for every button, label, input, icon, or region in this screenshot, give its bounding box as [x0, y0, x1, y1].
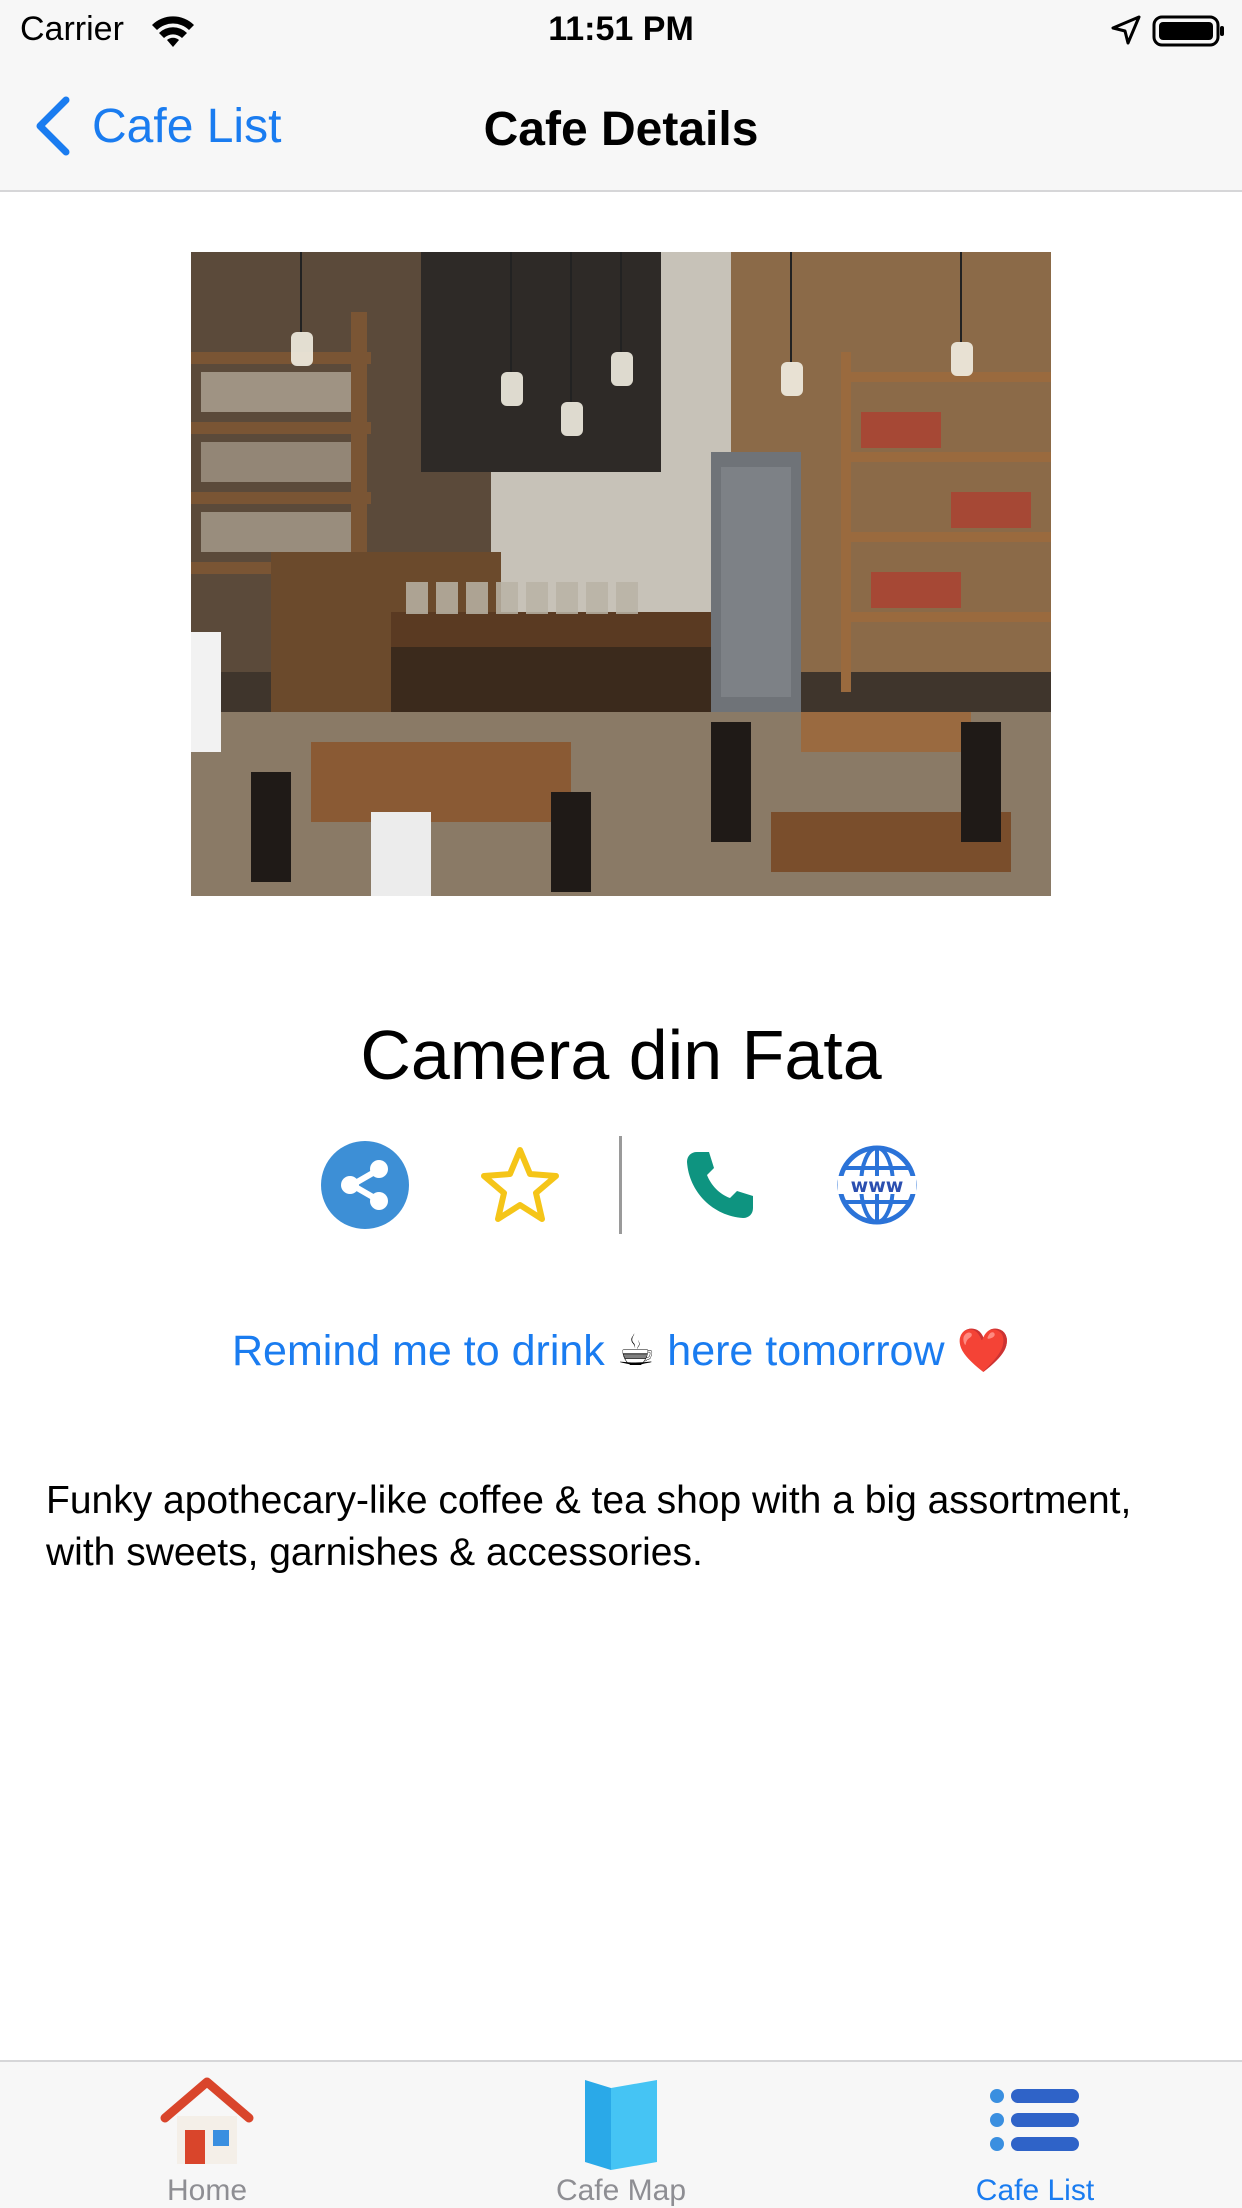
remind-text-part1: Remind me to drink: [232, 1327, 605, 1375]
tab-cafe-list-label: Cafe List: [975, 2174, 1095, 2207]
star-icon: [481, 1147, 559, 1222]
favorite-button[interactable]: [475, 1140, 565, 1230]
tab-cafe-map[interactable]: Cafe Map: [414, 2062, 828, 2208]
map-icon: [585, 2080, 657, 2170]
home-icon: [160, 2077, 254, 2164]
share-button[interactable]: [320, 1140, 410, 1230]
remind-text-part2: here tomorrow: [667, 1327, 945, 1375]
share-icon: [321, 1141, 409, 1229]
cafe-name: Camera din Fata: [360, 1016, 882, 1094]
www-globe-icon: www: [837, 1145, 917, 1225]
phone-icon: [687, 1152, 753, 1218]
action-divider: [619, 1136, 622, 1234]
remind-tomorrow-button[interactable]: Remind me to drink ☕ here tomorrow ❤️: [0, 1326, 1242, 1376]
tab-home[interactable]: Home: [0, 2062, 414, 2208]
page-title: Cafe Details: [483, 103, 759, 156]
status-bar: Carrier 11:51 PM: [0, 0, 1242, 62]
tab-cafe-list[interactable]: Cafe List: [828, 2062, 1242, 2208]
cafe-description: Funky apothecary-like coffee & tea shop …: [46, 1479, 1132, 1574]
tab-bar: Home Cafe Map Cafe List: [0, 2060, 1242, 2208]
navigation-bar: Cafe List Cafe Details: [0, 62, 1242, 192]
heart-emoji-icon: ❤️: [956, 1326, 1010, 1376]
website-button[interactable]: www: [832, 1140, 922, 1230]
tab-home-label: Home: [166, 2174, 248, 2207]
coffee-emoji-icon: ☕: [616, 1326, 656, 1376]
list-icon: [990, 2089, 1079, 2151]
battery-icon: [1152, 15, 1224, 47]
status-time: 11:51 PM: [548, 10, 694, 48]
action-row: www: [0, 1130, 1242, 1240]
cafe-photo: [191, 252, 1051, 896]
location-arrow-icon: [1111, 15, 1141, 45]
svg-text:www: www: [851, 1175, 904, 1197]
tab-cafe-map-label: Cafe Map: [555, 2174, 687, 2207]
call-button[interactable]: [675, 1140, 765, 1230]
